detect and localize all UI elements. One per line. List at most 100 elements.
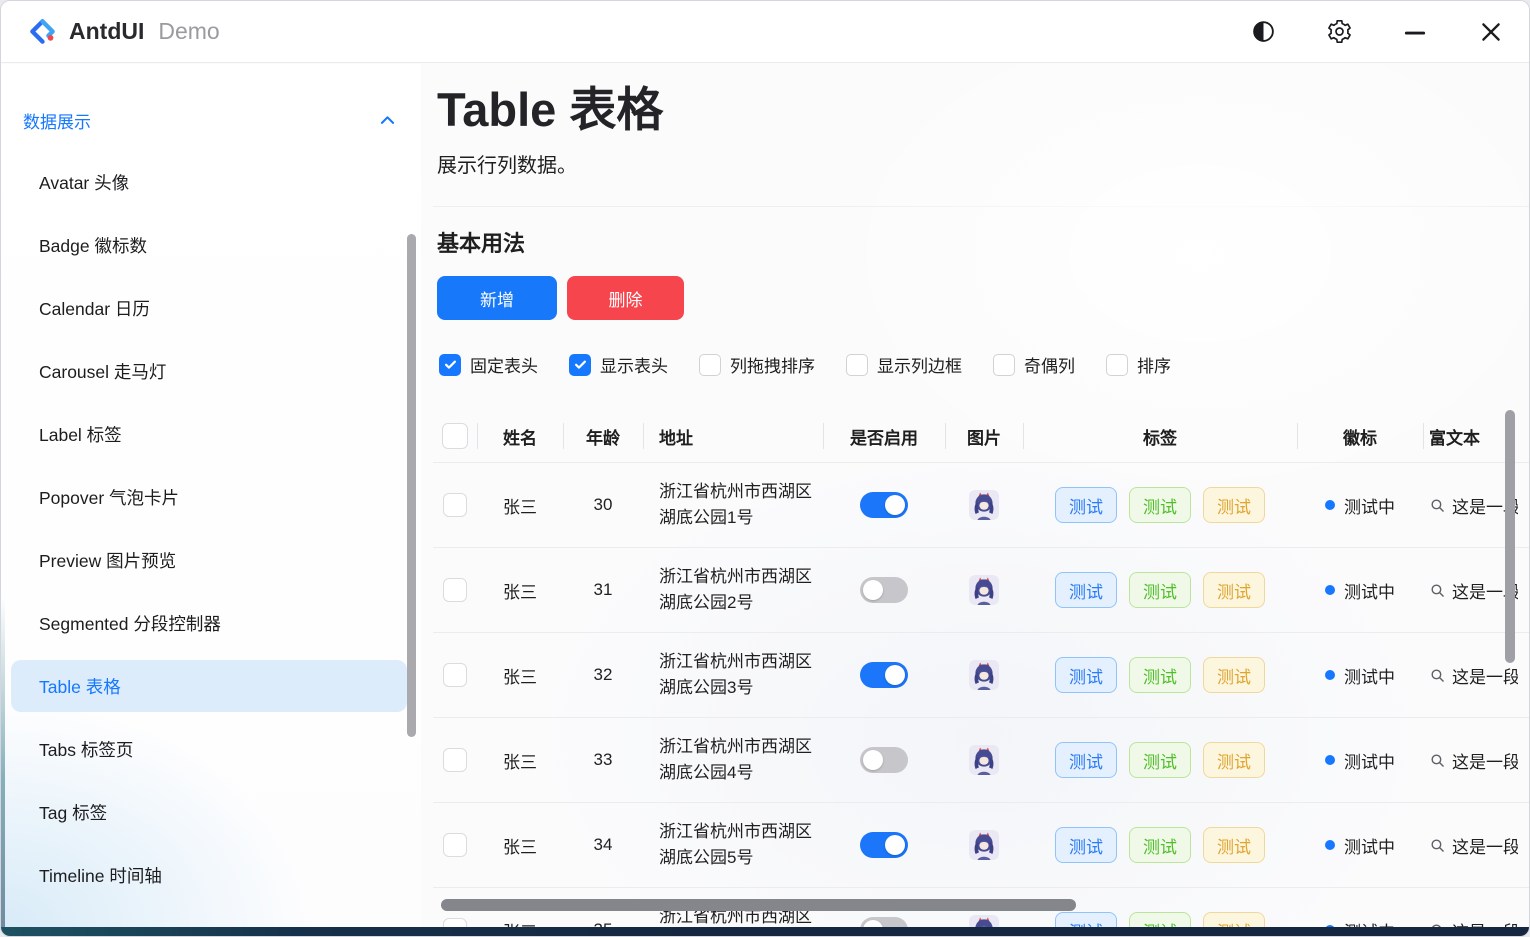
avatar-image[interactable] xyxy=(969,575,999,605)
checkbox-unchecked-icon[interactable] xyxy=(993,354,1015,376)
tag-group: 测试测试测试 xyxy=(1055,572,1265,608)
status-badge: 测试中 xyxy=(1325,663,1395,688)
sidebar-item-label: Calendar 日历 xyxy=(39,296,150,321)
address-cell: 浙江省杭州市西湖区湖底公园5号 xyxy=(643,803,823,887)
table-row: 张三31浙江省杭州市西湖区湖底公园2号测试测试测试测试中这是一段 xyxy=(433,548,1529,633)
settings-gear-icon[interactable] xyxy=(1325,18,1353,46)
checkbox-label: 显示列边框 xyxy=(877,352,962,377)
table-row: 张三32浙江省杭州市西湖区湖底公园3号测试测试测试测试中这是一段 xyxy=(433,633,1529,718)
minimize-icon[interactable] xyxy=(1401,18,1429,46)
sidebar-item-label: Label 标签 xyxy=(39,422,122,447)
row-checkbox[interactable] xyxy=(443,748,467,772)
sidebar-item[interactable]: Label 标签 xyxy=(11,408,407,460)
row-checkbox[interactable] xyxy=(443,918,467,927)
toggle-switch-off[interactable] xyxy=(860,747,908,773)
tags-cell: 测试测试测试 xyxy=(1023,803,1297,887)
checkbox-unchecked-icon[interactable] xyxy=(699,354,721,376)
enabled-cell xyxy=(823,548,945,632)
delete-button[interactable]: 删除 xyxy=(567,276,684,320)
titlebar-actions xyxy=(1249,18,1505,46)
option-checkbox[interactable]: 显示列边框 xyxy=(846,352,962,377)
sidebar-item[interactable]: Popover 气泡卡片 xyxy=(11,471,407,523)
row-checkbox[interactable] xyxy=(443,663,467,687)
data-table: 姓名年龄地址是否启用图片标签徽标富文本 张三30浙江省杭州市西湖区湖底公园1号测… xyxy=(433,410,1529,927)
image-cell xyxy=(945,463,1023,547)
richtext-preview[interactable]: 这是一段 xyxy=(1429,918,1518,928)
sidebar-item[interactable]: Table 表格 xyxy=(11,660,407,712)
app-brand: AntdUI Demo xyxy=(29,18,220,45)
tag-orange: 测试 xyxy=(1203,572,1265,608)
image-cell xyxy=(945,718,1023,802)
magnifier-icon xyxy=(1429,582,1446,599)
select-all-checkbox[interactable] xyxy=(442,423,468,449)
page-title: Table 表格 xyxy=(437,84,1529,136)
table-horizontal-scrollbar[interactable] xyxy=(441,899,1076,911)
option-checkboxes: 固定表头 显示表头 列拖拽排序 显示列边框 奇偶列 排序 xyxy=(439,352,1529,377)
avatar-image[interactable] xyxy=(969,830,999,860)
row-checkbox[interactable] xyxy=(443,833,467,857)
chevron-up-icon[interactable] xyxy=(378,111,397,130)
sidebar-group-header[interactable]: 数据展示 xyxy=(23,106,397,134)
avatar-image[interactable] xyxy=(969,915,999,927)
main-content: Table 表格 展示行列数据。 基本用法 新增 删除 固定表头显示表头列拖拽排… xyxy=(433,64,1529,927)
avatar-image[interactable] xyxy=(969,660,999,690)
option-checkbox[interactable]: 显示表头 xyxy=(569,352,668,377)
theme-toggle-icon[interactable] xyxy=(1249,18,1277,46)
add-button[interactable]: 新增 xyxy=(437,276,557,320)
toggle-switch-on[interactable] xyxy=(860,832,908,858)
tag-orange: 测试 xyxy=(1203,487,1265,523)
column-header: 地址 xyxy=(643,410,823,462)
tags-cell: 测试测试测试 xyxy=(1023,548,1297,632)
richtext-cell: 这是一段 xyxy=(1423,633,1518,717)
column-header: 标签 xyxy=(1023,410,1297,462)
status-badge: 测试中 xyxy=(1325,833,1395,858)
sidebar-item[interactable]: Timeline 时间轴 xyxy=(11,849,407,901)
richtext-preview[interactable]: 这是一段 xyxy=(1429,833,1518,858)
address-cell: 浙江省杭州市西湖区湖底公园1号 xyxy=(643,463,823,547)
close-icon[interactable] xyxy=(1477,18,1505,46)
toggle-switch-off[interactable] xyxy=(860,577,908,603)
address-text: 浙江省杭州市西湖区湖底公园4号 xyxy=(659,734,823,786)
avatar-image[interactable] xyxy=(969,745,999,775)
sidebar-item[interactable]: Calendar 日历 xyxy=(11,282,407,334)
option-checkbox[interactable]: 列拖拽排序 xyxy=(699,352,815,377)
table-vertical-scrollbar[interactable] xyxy=(1505,410,1515,663)
toggle-switch-off[interactable] xyxy=(860,917,908,927)
tag-orange: 测试 xyxy=(1203,657,1265,693)
badge-dot xyxy=(1325,585,1335,595)
badge-text: 测试中 xyxy=(1344,578,1395,603)
sidebar-item[interactable]: Segmented 分段控制器 xyxy=(11,597,407,649)
richtext-preview[interactable]: 这是一段 xyxy=(1429,663,1518,688)
address-cell: 浙江省杭州市西湖区湖底公园3号 xyxy=(643,633,823,717)
checkbox-unchecked-icon[interactable] xyxy=(846,354,868,376)
row-checkbox[interactable] xyxy=(443,578,467,602)
sidebar-item[interactable]: Preview 图片预览 xyxy=(11,534,407,586)
checkbox-checked-icon[interactable] xyxy=(569,354,591,376)
richtext-cell: 这是一段 xyxy=(1423,718,1518,802)
richtext-text: 这是一段 xyxy=(1452,663,1518,688)
checkbox-checked-icon[interactable] xyxy=(439,354,461,376)
avatar-image[interactable] xyxy=(969,490,999,520)
magnifier-icon xyxy=(1429,497,1446,514)
checkbox-unchecked-icon[interactable] xyxy=(1106,354,1128,376)
table-body: 张三30浙江省杭州市西湖区湖底公园1号测试测试测试测试中这是一段张三31浙江省杭… xyxy=(433,463,1529,927)
sidebar-item-label: Preview 图片预览 xyxy=(39,548,176,573)
row-checkbox[interactable] xyxy=(443,493,467,517)
sidebar-item[interactable]: Carousel 走马灯 xyxy=(11,345,407,397)
sidebar-item[interactable]: Tag 标签 xyxy=(11,786,407,838)
option-checkbox[interactable]: 固定表头 xyxy=(439,352,538,377)
option-checkbox[interactable]: 排序 xyxy=(1106,352,1171,377)
sidebar-item[interactable]: Badge 徽标数 xyxy=(11,219,407,271)
column-header: 年龄 xyxy=(563,410,643,462)
image-cell xyxy=(945,548,1023,632)
badge-text: 测试中 xyxy=(1344,833,1395,858)
toggle-switch-on[interactable] xyxy=(860,662,908,688)
richtext-cell: 这是一段 xyxy=(1423,548,1518,632)
sidebar-item[interactable]: Tabs 标签页 xyxy=(11,723,407,775)
sidebar-items: Avatar 头像 Badge 徽标数 Calendar 日历 Carousel 走马… xyxy=(1,156,421,901)
sidebar-scrollbar[interactable] xyxy=(407,234,416,737)
option-checkbox[interactable]: 奇偶列 xyxy=(993,352,1075,377)
toggle-switch-on[interactable] xyxy=(860,492,908,518)
richtext-preview[interactable]: 这是一段 xyxy=(1429,748,1518,773)
sidebar-item[interactable]: Avatar 头像 xyxy=(11,156,407,208)
